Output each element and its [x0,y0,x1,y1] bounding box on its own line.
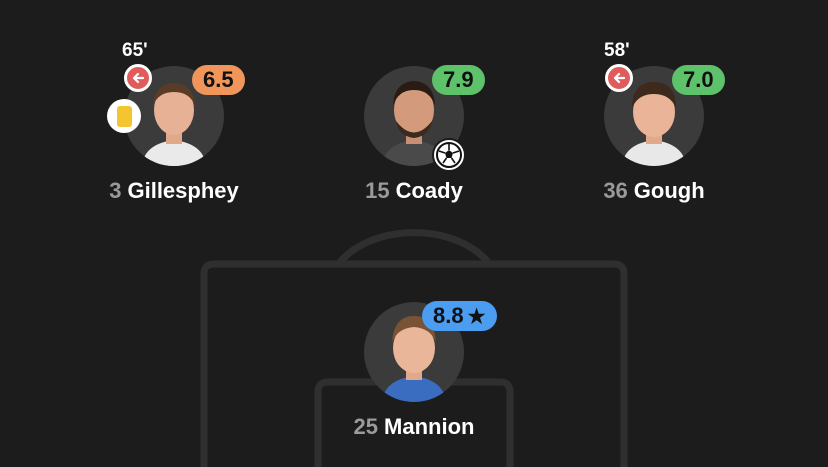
player-card-gillesphey[interactable]: 65' 6.5 3 Gillesphey [44,40,284,216]
player-name-label: 3 Gillesphey [44,178,304,204]
player-name-label: 36 Gough [524,178,784,204]
player-card-gough[interactable]: 58' 7.0 36 Gough [524,40,764,216]
rating-badge: 7.9 [432,65,485,95]
rating-badge: 6.5 [192,65,245,95]
goal-ball-icon [432,138,466,172]
substitution-minute: 58' [604,40,630,61]
substitution-minute: 65' [122,40,148,61]
player-name: Gough [633,178,705,203]
sub-off-icon [605,64,633,92]
player-number: 3 [109,178,122,203]
player-name-label: 15 Coady [284,178,544,204]
rating-badge: 8.8 ★ [422,301,497,331]
player-number: 25 [353,414,379,439]
star-icon: ★ [467,306,486,328]
player-number: 15 [365,178,390,203]
rating-badge: 7.0 [672,65,725,95]
sub-off-icon [124,64,152,92]
yellow-card-icon [107,99,141,133]
player-name: Mannion [384,414,475,439]
rating-value: 8.8 [433,303,464,328]
player-name: Gillesphey [127,178,239,203]
player-name: Coady [395,178,463,203]
player-card-coady[interactable]: 7.9 15 Coady [284,65,524,216]
player-name-label: 25 Mannion [284,414,544,440]
player-number: 36 [603,178,628,203]
player-card-mannion[interactable]: 8.8 ★ 25 Mannion [284,301,524,452]
